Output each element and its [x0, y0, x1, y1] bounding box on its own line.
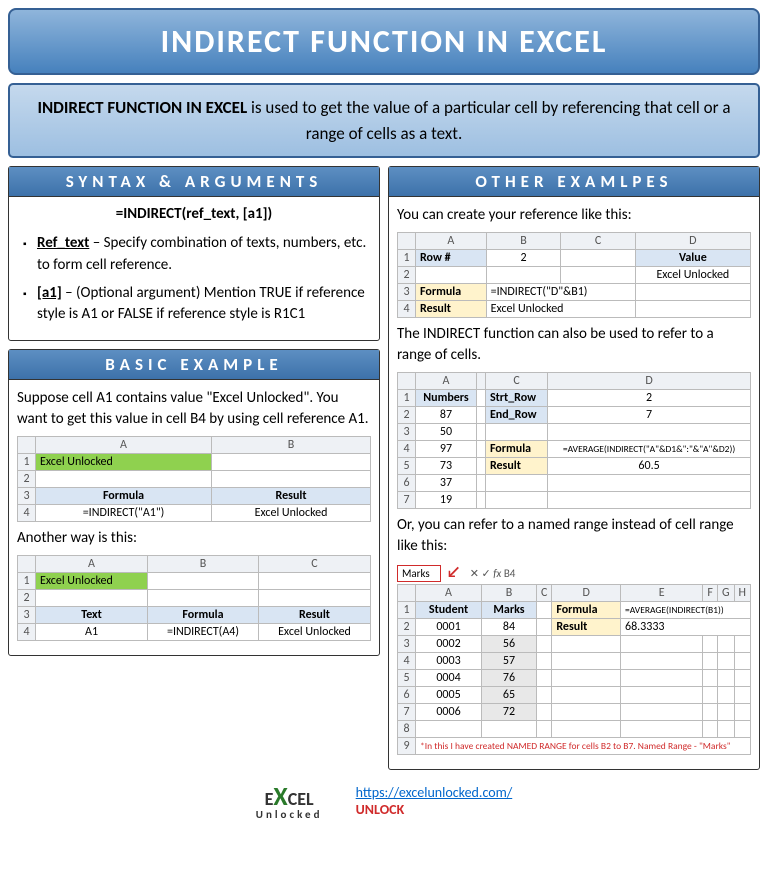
cell: End_Row — [485, 407, 547, 424]
cell: Row # — [416, 250, 487, 267]
cell: Formula — [36, 488, 212, 505]
arg-list: Ref_text – Specify combination of texts,… — [17, 233, 371, 326]
name-box: Marks — [397, 565, 441, 582]
cell: Excel Unlocked — [36, 454, 212, 471]
cell: 84 — [482, 619, 537, 636]
cell: Excel Unlocked — [486, 301, 635, 318]
other-table-2: ACD 1NumbersStrt_Row2 287End_Row7 350 49… — [397, 372, 751, 509]
cell: 0004 — [416, 670, 482, 687]
basic-table-2: ABC 1Excel Unlocked 2 3TextFormulaResult… — [17, 555, 371, 641]
cell: 50 — [416, 424, 477, 441]
other-title: OTHER EXAMLPES — [389, 167, 759, 197]
intro-box: INDIRECT FUNCTION IN EXCEL is used to ge… — [8, 83, 760, 158]
basic-panel: BASIC EXAMPLE Suppose cell A1 contains v… — [8, 349, 380, 656]
cell: 65 — [482, 687, 537, 704]
cell: Excel Unlocked — [36, 573, 148, 590]
cell: 37 — [416, 475, 477, 492]
cell: Excel Unlocked — [212, 505, 371, 522]
named-range-note: *In this I have created NAMED RANGE for … — [416, 738, 751, 755]
cell: Text — [36, 607, 148, 624]
logo-cel: CEL — [288, 788, 314, 810]
cell: 97 — [416, 441, 477, 458]
cell: 7 — [548, 407, 751, 424]
cell: 0006 — [416, 704, 482, 721]
cell: Result — [416, 301, 487, 318]
other-p2: The INDIRECT function can also be used t… — [397, 324, 751, 366]
arrow-icon: ↙ — [447, 563, 460, 582]
logo-sub: Unlocked — [256, 808, 323, 821]
arg1-name: Ref_text — [37, 234, 89, 252]
other-table-1: ABCD 1Row #2Value 2Excel Unlocked 3Formu… — [397, 232, 751, 318]
other-table-3: ABCDEFGH 1StudentMarksFormula=AVERAGE(IN… — [397, 584, 751, 755]
other-panel: OTHER EXAMLPES You can create your refer… — [388, 166, 760, 770]
footer: EXCEL Unlocked https://excelunlocked.com… — [8, 780, 760, 821]
cell: =AVERAGE(INDIRECT(B1)) — [620, 602, 750, 619]
cell: Value — [635, 250, 750, 267]
cell: 60.5 — [548, 458, 751, 475]
cell: 2 — [486, 250, 561, 267]
cell: 0005 — [416, 687, 482, 704]
fx-label: ✕ ✓ fx — [470, 567, 504, 580]
cell: Excel Unlocked — [258, 624, 370, 641]
intro-lead: INDIRECT FUNCTION IN EXCEL — [37, 97, 247, 118]
namebox-row: Marks ↙ ✕ ✓ fx B4 — [397, 563, 751, 582]
columns: SYNTAX & ARGUMENTS =INDIRECT(ref_text, [… — [8, 166, 760, 770]
cell: =INDIRECT("D"&B1) — [486, 284, 635, 301]
arg2-name: [a1] — [37, 284, 62, 302]
footer-unlock: UNLOCK — [356, 801, 405, 818]
cell: Excel Unlocked — [635, 267, 750, 284]
cell: Formula — [416, 284, 487, 301]
basic-title: BASIC EXAMPLE — [9, 350, 379, 380]
cell: 57 — [482, 653, 537, 670]
syntax-panel: SYNTAX & ARGUMENTS =INDIRECT(ref_text, [… — [8, 166, 380, 341]
cell: Result — [485, 458, 547, 475]
arg2-desc: – (Optional argument) Mention TRUE if re… — [37, 284, 365, 324]
cell: A1 — [36, 624, 148, 641]
arg-2: [a1] – (Optional argument) Mention TRUE … — [23, 283, 371, 327]
page-title: INDIRECT FUNCTION IN EXCEL — [8, 8, 760, 75]
cell: =AVERAGE(INDIRECT("A"&D1&":"&"A"&D2)) — [548, 441, 751, 458]
cell: 87 — [416, 407, 477, 424]
basic-p2: Another way is this: — [17, 528, 371, 549]
cell: 0001 — [416, 619, 482, 636]
fx-value: B4 — [504, 567, 516, 580]
cell: Formula — [485, 441, 547, 458]
cell: 73 — [416, 458, 477, 475]
cell: Result — [212, 488, 371, 505]
cell: 2 — [548, 390, 751, 407]
syntax-title: SYNTAX & ARGUMENTS — [9, 167, 379, 197]
cell: Formula — [552, 602, 621, 619]
arg-1: Ref_text – Specify combination of texts,… — [23, 233, 371, 277]
other-p3: Or, you can refer to a named range inste… — [397, 515, 751, 557]
cell: 68.3333 — [620, 619, 750, 636]
cell: 56 — [482, 636, 537, 653]
cell: =INDIRECT(A4) — [148, 624, 259, 641]
cell: Result — [258, 607, 370, 624]
cell: Strt_Row — [485, 390, 547, 407]
cell: Numbers — [416, 390, 477, 407]
footer-link[interactable]: https://excelunlocked.com/ — [356, 784, 513, 801]
cell: 0002 — [416, 636, 482, 653]
other-p1: You can create your reference like this: — [397, 205, 751, 226]
cell: Student — [416, 602, 482, 619]
logo: EXCEL Unlocked — [256, 780, 323, 821]
cell: 72 — [482, 704, 537, 721]
basic-p1: Suppose cell A1 contains value "Excel Un… — [17, 388, 371, 430]
cell: =INDIRECT("A1") — [36, 505, 212, 522]
cell: Formula — [148, 607, 259, 624]
intro-rest: is used to get the value of a particular… — [247, 97, 730, 144]
cell: 76 — [482, 670, 537, 687]
right-column: OTHER EXAMLPES You can create your refer… — [388, 166, 760, 770]
cell: 19 — [416, 492, 477, 509]
cell: Result — [552, 619, 621, 636]
basic-table-1: AB 1Excel Unlocked 2 3FormulaResult 4=IN… — [17, 436, 371, 522]
left-column: SYNTAX & ARGUMENTS =INDIRECT(ref_text, [… — [8, 166, 380, 770]
syntax-formula: =INDIRECT(ref_text, [a1]) — [17, 205, 371, 223]
cell: Marks — [482, 602, 537, 619]
cell: 0003 — [416, 653, 482, 670]
